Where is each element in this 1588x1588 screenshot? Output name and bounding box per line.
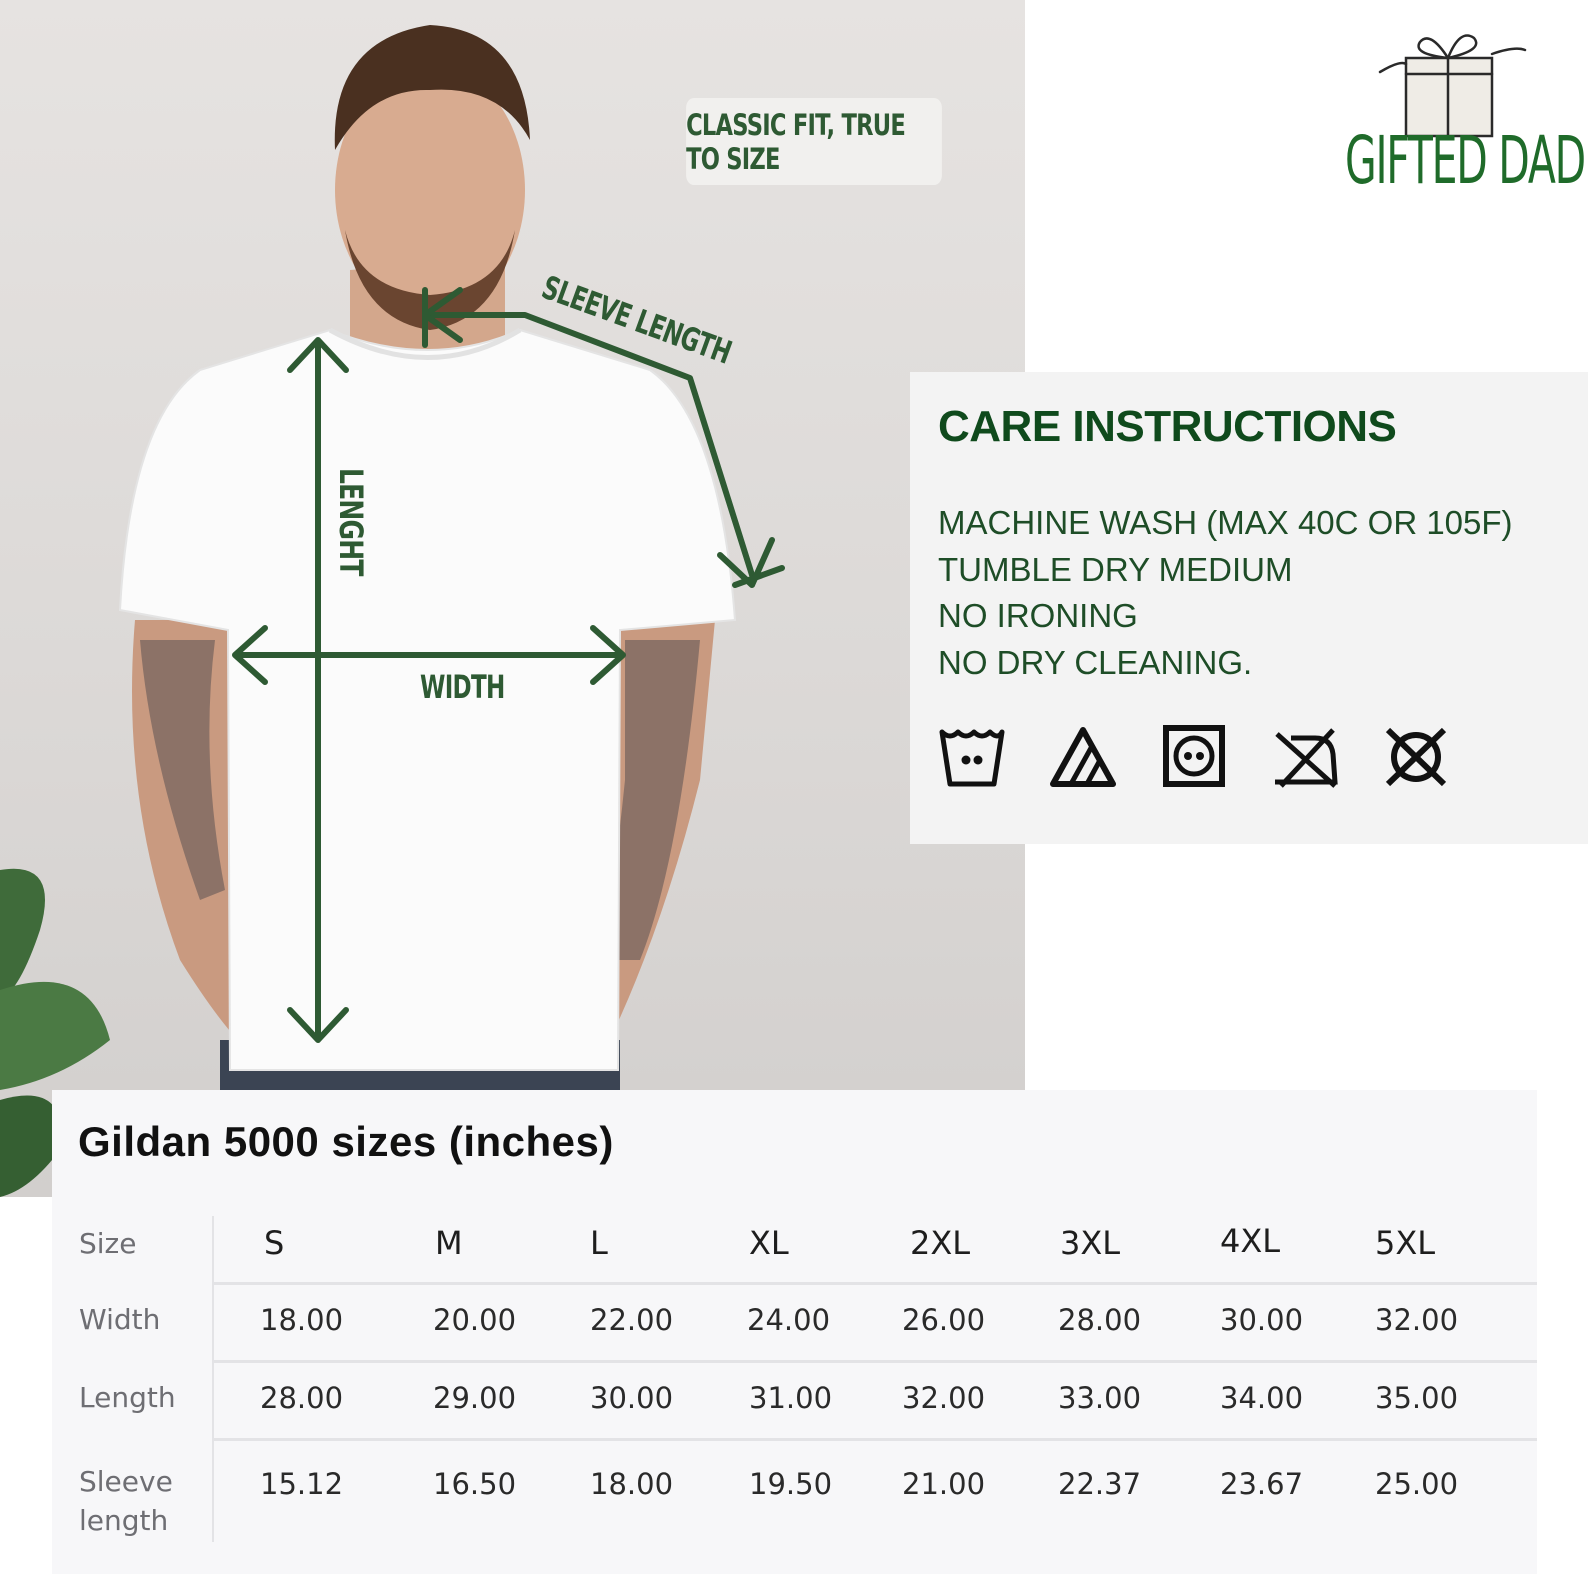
size-header: L: [590, 1224, 608, 1262]
row-divider: [214, 1282, 1537, 1285]
width-value: 26.00: [902, 1303, 986, 1337]
wash-40-icon: [939, 729, 1005, 787]
width-value: 18.00: [260, 1303, 344, 1337]
size-header: 2XL: [910, 1224, 971, 1262]
sleeve-value: 21.00: [902, 1467, 986, 1501]
sleeve-value: 19.50: [749, 1467, 833, 1501]
size-header: 5XL: [1375, 1224, 1436, 1262]
care-icons: [938, 724, 1493, 790]
row-label-sleeve-line2: length: [79, 1504, 169, 1537]
no-dry-clean-icon: [1385, 727, 1447, 787]
fit-badge: CLASSIC FIT, TRUE TO SIZE: [686, 98, 942, 185]
care-instructions-panel: CARE INSTRUCTIONS MACHINE WASH (MAX 40C …: [910, 372, 1588, 844]
width-label: WIDTH: [420, 668, 505, 706]
size-header: 3XL: [1060, 1224, 1121, 1262]
length-value: 32.00: [902, 1381, 986, 1415]
width-value: 22.00: [590, 1303, 674, 1337]
length-value: 30.00: [590, 1381, 674, 1415]
size-chart-title: Gildan 5000 sizes (inches): [78, 1118, 614, 1165]
care-line: NO DRY CLEANING.: [938, 643, 1253, 681]
length-value: 34.00: [1220, 1381, 1304, 1415]
width-value: 24.00: [747, 1303, 831, 1337]
size-chart: Gildan 5000 sizes (inches) Size S M L XL…: [52, 1090, 1537, 1574]
width-value: 20.00: [433, 1303, 517, 1337]
care-title: CARE INSTRUCTIONS: [938, 402, 1397, 451]
row-divider: [214, 1360, 1537, 1363]
size-header: 4XL: [1220, 1222, 1281, 1260]
sleeve-value: 23.67: [1220, 1467, 1304, 1501]
sleeve-value: 25.00: [1375, 1467, 1459, 1501]
size-header: S: [264, 1224, 285, 1262]
size-header: XL: [749, 1224, 789, 1262]
length-value: 31.00: [749, 1381, 833, 1415]
care-line: MACHINE WASH (MAX 40C OR 105F): [938, 504, 1513, 541]
length-value: 28.00: [260, 1381, 344, 1415]
tumble-dry-medium-icon: [1163, 725, 1225, 787]
size-header: M: [435, 1224, 463, 1262]
length-value: 35.00: [1375, 1381, 1459, 1415]
length-value: 33.00: [1058, 1381, 1142, 1415]
sleeve-value: 18.00: [590, 1467, 674, 1501]
no-ironing-icon: [1275, 728, 1338, 788]
size-header-label: Size: [79, 1227, 137, 1260]
product-photo: CLASSIC FIT, TRUE TO SIZE LENGHT WIDTH S…: [0, 0, 1025, 1197]
length-label: LENGHT: [332, 468, 370, 576]
care-lines: MACHINE WASH (MAX 40C OR 105F) TUMBLE DR…: [938, 500, 1513, 686]
column-divider: [212, 1216, 214, 1542]
sleeve-value: 22.37: [1058, 1467, 1142, 1501]
width-value: 30.00: [1220, 1303, 1304, 1337]
brand-name: GIFTED DAD: [1345, 122, 1586, 199]
bleach-allowed-icon: [1050, 727, 1116, 787]
sleeve-value: 16.50: [433, 1467, 517, 1501]
care-line: TUMBLE DRY MEDIUM: [938, 550, 1293, 588]
sleeve-value: 15.12: [260, 1467, 344, 1501]
width-value: 28.00: [1058, 1303, 1142, 1337]
care-line: NO IRONING: [938, 597, 1138, 634]
row-label-width: Width: [79, 1303, 161, 1336]
width-value: 32.00: [1375, 1303, 1459, 1337]
row-divider: [214, 1438, 1537, 1441]
length-value: 29.00: [433, 1381, 517, 1415]
row-label-sleeve-line1: Sleeve: [79, 1465, 173, 1498]
row-label-length: Length: [79, 1381, 176, 1414]
